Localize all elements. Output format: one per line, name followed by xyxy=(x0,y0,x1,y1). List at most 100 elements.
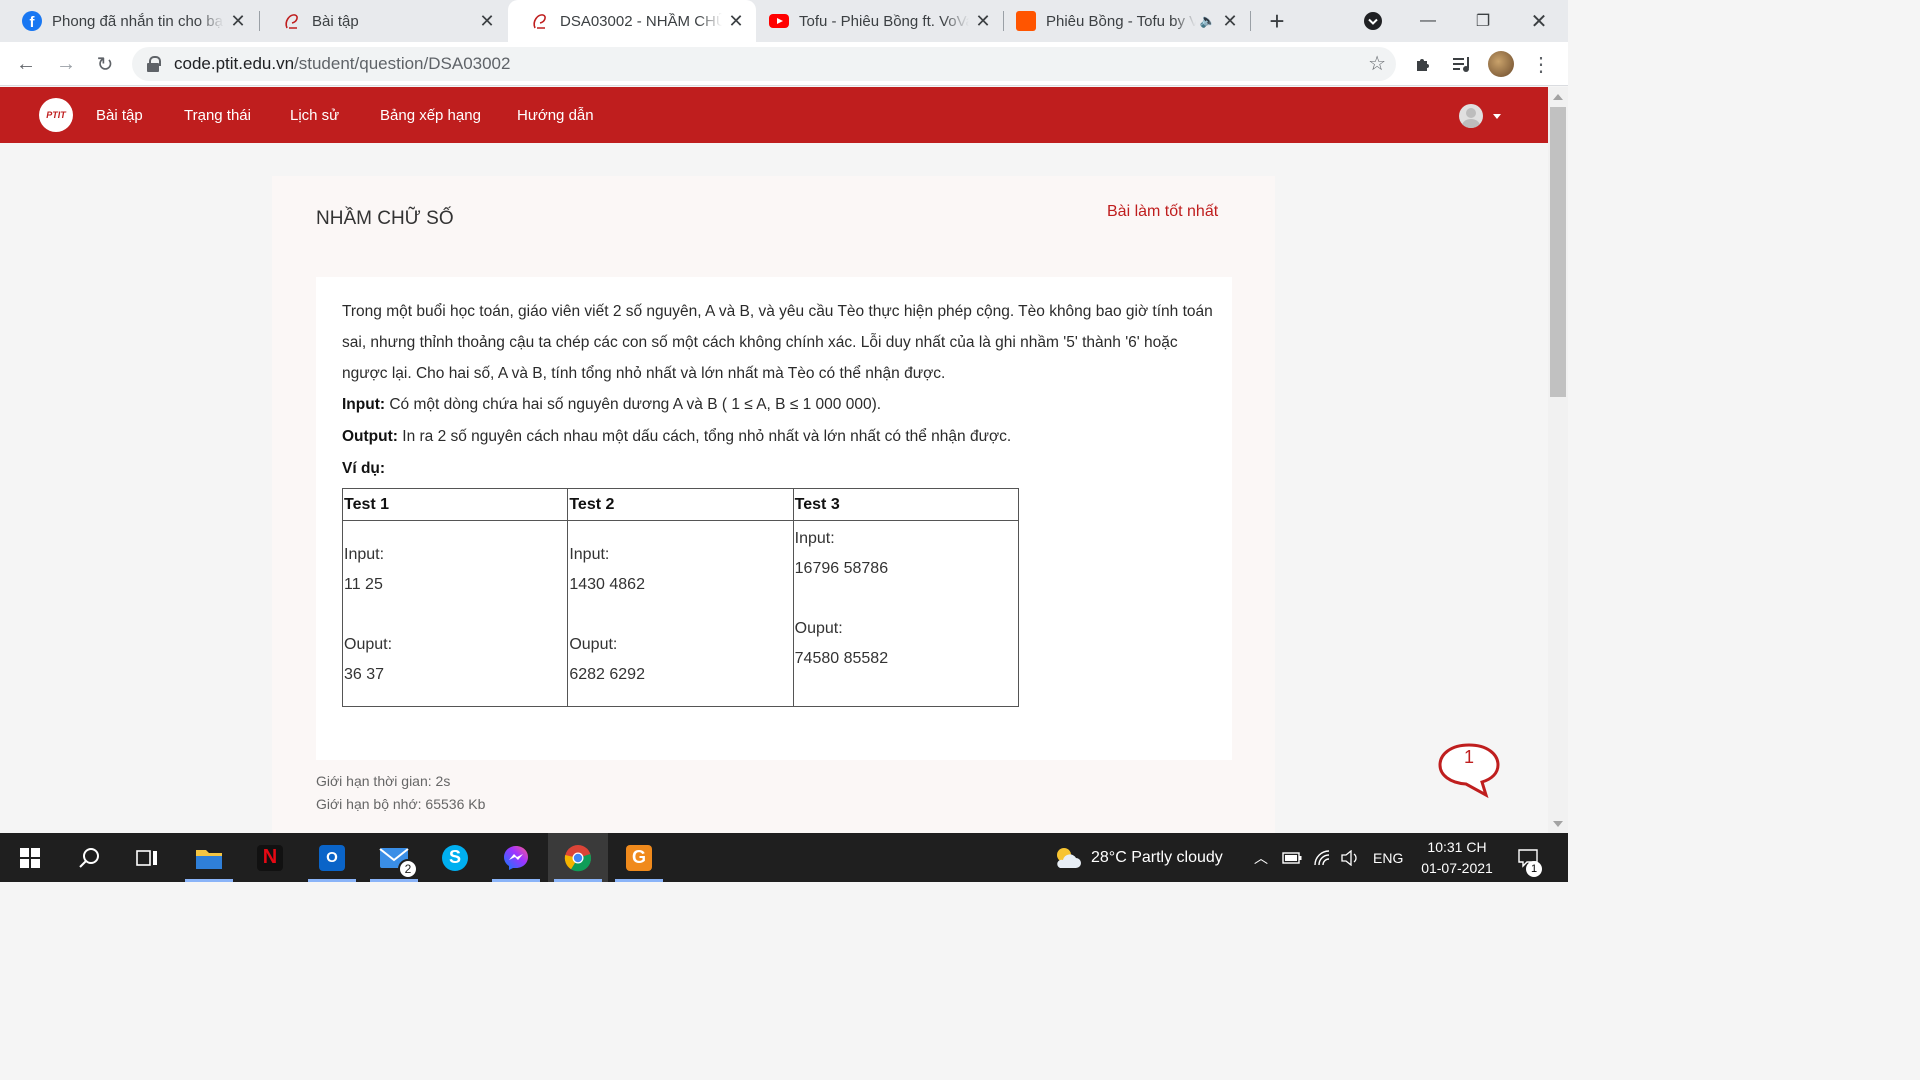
chevron-up-icon[interactable]: ︿ xyxy=(1254,833,1268,882)
clock-date: 01-07-2021 xyxy=(1421,860,1493,876)
weather-text[interactable]: 28°C Partly cloudy xyxy=(1091,833,1223,882)
scroll-up-arrow-icon[interactable] xyxy=(1553,94,1563,100)
outlook-icon[interactable]: O xyxy=(302,833,362,882)
test-cell: Input: 16796 58786 Ouput: 74580 85582 xyxy=(792,520,1020,707)
close-tab-icon[interactable]: ✕ xyxy=(1220,11,1240,31)
clock[interactable]: 10:31 CH 01-07-2021 xyxy=(1404,837,1510,879)
address-bar[interactable]: code.ptit.edu.vn /student/question/DSA03… xyxy=(132,47,1396,81)
test-header: Test 3 xyxy=(792,488,1020,521)
reload-icon[interactable]: ↻ xyxy=(89,48,121,80)
statement-line: sai, nhưng thỉnh thoảng cậu ta chép các … xyxy=(342,334,1178,351)
media-control-icon[interactable] xyxy=(1448,50,1476,78)
test-header: Test 1 xyxy=(341,488,569,521)
example-label: Ví dụ: xyxy=(342,460,386,477)
wifi-icon[interactable] xyxy=(1313,833,1331,882)
page-scrollbar[interactable] xyxy=(1548,87,1568,833)
clock-time: 10:31 CH xyxy=(1427,839,1487,855)
best-submission-link[interactable]: Bài làm tốt nhất xyxy=(1107,203,1218,221)
close-tab-icon[interactable]: ✕ xyxy=(228,11,248,31)
chat-bubble-icon[interactable]: 1 xyxy=(1436,741,1502,799)
tab-bai-tap[interactable]: Bài tập ✕ xyxy=(260,0,507,42)
table-header-row: Test 1 Test 2 Test 3 xyxy=(341,488,1020,521)
test-header: Test 2 xyxy=(567,488,794,521)
pdf-reader-icon[interactable]: G xyxy=(609,833,669,882)
tab-soundcloud[interactable]: Phiêu Bồng - Tofu by VoVanDuc 🔈 ✕ xyxy=(1004,0,1250,42)
user-avatar[interactable] xyxy=(1459,104,1483,128)
time-limit: Giới hạn thời gian: 2s xyxy=(316,773,451,789)
profile-avatar[interactable] xyxy=(1487,50,1515,78)
ptit-logo[interactable]: PTIT xyxy=(39,98,73,132)
tab-title: Phiêu Bồng - Tofu by VoVanDuc xyxy=(1046,12,1196,30)
skype-icon[interactable]: S xyxy=(425,833,485,882)
test-input-label: Input: xyxy=(794,530,835,547)
test-output-label: Ouput: xyxy=(794,620,843,637)
nav-lich-su[interactable]: Lịch sử xyxy=(290,87,339,143)
scroll-down-arrow-icon[interactable] xyxy=(1553,821,1563,827)
file-explorer-icon[interactable] xyxy=(179,833,239,882)
close-tab-icon[interactable]: ✕ xyxy=(477,11,497,31)
task-view-icon[interactable] xyxy=(117,833,177,882)
table-row: Input: 11 25 Ouput: 36 37 Input: 1430 48… xyxy=(341,520,1020,707)
test-output-value: 74580 85582 xyxy=(794,650,889,667)
test-input-label: Input: xyxy=(344,546,385,563)
windows-start-icon[interactable] xyxy=(0,833,60,882)
tab-facebook[interactable]: f Phong đã nhắn tin cho bạn ✕ xyxy=(0,0,258,42)
problem-statement: Trong một buổi học toán, giáo viên viết … xyxy=(316,277,1232,760)
caret-down-icon[interactable] xyxy=(1493,114,1501,119)
nav-bang-xep-hang[interactable]: Bảng xếp hạng xyxy=(380,87,481,143)
nav-bai-tap[interactable]: Bài tập xyxy=(96,87,143,143)
messenger-icon[interactable] xyxy=(486,833,546,882)
forward-arrow-icon[interactable]: → xyxy=(50,48,82,80)
tab-search-icon[interactable] xyxy=(1347,0,1399,42)
statement-line: Trong một buổi học toán, giáo viên viết … xyxy=(342,303,1213,320)
ptit-icon xyxy=(530,11,550,31)
speaker-icon[interactable]: 🔈 xyxy=(1200,13,1216,29)
language-indicator[interactable]: ENG xyxy=(1373,833,1403,882)
search-icon[interactable] xyxy=(59,833,119,882)
test-cell: Input: 11 25 Ouput: 36 37 xyxy=(341,520,569,707)
chrome-icon[interactable] xyxy=(548,833,608,882)
tab-title: DSA03002 - NHẦM CHỮ SỐ xyxy=(560,12,722,30)
test-output-label: Ouput: xyxy=(344,636,393,653)
test-input-label: Input: xyxy=(569,546,610,563)
site-navbar: PTIT Bài tập Trạng thái Lịch sử Bảng xếp… xyxy=(0,87,1548,143)
test-output-label: Ouput: xyxy=(569,636,618,653)
nav-trang-thai[interactable]: Trạng thái xyxy=(184,87,251,143)
lock-icon[interactable] xyxy=(146,56,161,72)
notification-count: 1 xyxy=(1526,861,1542,877)
test-input-value: 1430 4862 xyxy=(569,576,645,593)
windows-taskbar: N O 2 S G 28°C Partly cloudy ︿ ENG 10:31… xyxy=(0,833,1568,882)
memory-limit: Giới hạn bộ nhớ: 65536 Kb xyxy=(316,796,486,812)
restore-icon[interactable]: ❐ xyxy=(1457,0,1509,42)
new-tab-button[interactable]: + xyxy=(1251,0,1303,42)
test-output-value: 6282 6292 xyxy=(569,666,645,683)
test-input-value: 16796 58786 xyxy=(794,560,889,577)
minimize-icon[interactable]: — xyxy=(1402,0,1454,42)
volume-icon[interactable] xyxy=(1341,833,1359,882)
close-window-icon[interactable]: ✕ xyxy=(1513,0,1565,42)
weather-icon[interactable] xyxy=(1050,833,1084,882)
soundcloud-icon xyxy=(1016,11,1036,31)
tab-title: Phong đã nhắn tin cho bạn xyxy=(52,12,224,30)
more-menu-icon[interactable]: ⋮ xyxy=(1527,50,1555,78)
scroll-thumb[interactable] xyxy=(1550,107,1566,397)
tab-dsa03002[interactable]: DSA03002 - NHẦM CHỮ SỐ ✕ xyxy=(508,0,756,42)
close-tab-icon[interactable]: ✕ xyxy=(973,11,993,31)
test-cell: Input: 1430 4862 Ouput: 6282 6292 xyxy=(567,520,794,707)
facebook-icon: f xyxy=(22,11,42,31)
output-description: In ra 2 số nguyên cách nhau một dấu cách… xyxy=(397,428,1012,445)
youtube-icon xyxy=(769,11,789,31)
examples-table: Test 1 Test 2 Test 3 Input: 11 25 Ouput: xyxy=(341,488,1020,707)
nav-huong-dan[interactable]: Hướng dẫn xyxy=(517,87,594,143)
bookmark-star-icon[interactable]: ☆ xyxy=(1368,51,1386,76)
netflix-icon[interactable]: N xyxy=(240,833,300,882)
battery-icon[interactable] xyxy=(1282,833,1302,882)
tab-youtube[interactable]: Tofu - Phiêu Bồng ft. VoVanDuc ✕ xyxy=(757,0,1003,42)
extensions-puzzle-icon[interactable] xyxy=(1409,50,1437,78)
back-arrow-icon[interactable]: ← xyxy=(10,48,42,80)
close-tab-icon[interactable]: ✕ xyxy=(726,11,746,31)
input-spec: Input: Có một dòng chứa hai số nguyên dư… xyxy=(342,396,881,414)
output-label: Output: xyxy=(342,428,398,445)
tab-title: Bài tập xyxy=(312,12,359,30)
statement-line: ngược lại. Cho hai số, A và B, tính tổng… xyxy=(342,365,946,382)
